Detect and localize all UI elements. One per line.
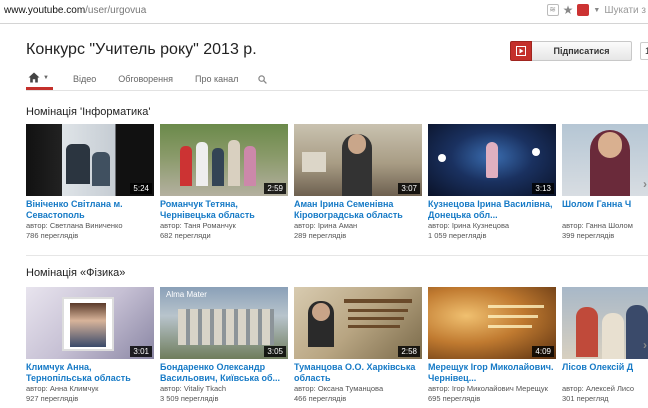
video-thumbnail[interactable]: 5:24 <box>26 124 154 196</box>
video-row-informatics: 5:24 Вініченко Світлана м. Севастополь а… <box>26 124 648 244</box>
video-card[interactable]: 3:07 Аман Ірина Семенівна Кіровоградська… <box>294 124 422 241</box>
video-views: 786 переглядів <box>26 231 79 240</box>
video-author: автор: Ірина Кузнецова <box>428 221 510 230</box>
video-duration: 3:07 <box>398 183 420 194</box>
youtube-play-icon[interactable] <box>510 41 532 61</box>
video-author: автор: Ганна Шолом <box>562 221 633 230</box>
section-title-informatics[interactable]: Номінація 'Інформатика' <box>26 106 150 118</box>
video-thumbnail[interactable]: Alma Mater 3:05 <box>160 287 288 359</box>
video-thumbnail[interactable] <box>562 124 648 196</box>
channel-title: Конкурс "Учитель року" 2013 р. <box>26 41 257 58</box>
video-author: автор: Таня Романчук <box>160 221 236 230</box>
video-thumbnail[interactable]: 4:09 <box>428 287 556 359</box>
video-thumbnail[interactable]: 3:07 <box>294 124 422 196</box>
video-title[interactable]: Климчук Анна, Тернопільська область <box>26 362 154 384</box>
video-author: автор: Алексей Лисо <box>562 384 635 393</box>
video-thumbnail[interactable]: 2:59 <box>160 124 288 196</box>
video-card[interactable]: 2:59 Романчук Тетяна, Чернівецька област… <box>160 124 288 241</box>
video-duration: 3:01 <box>130 346 152 357</box>
tab-about[interactable]: Про канал <box>195 74 238 84</box>
video-duration: 5:24 <box>130 183 152 194</box>
video-author: автор: Светлана Виниченко <box>26 221 123 230</box>
chevron-right-icon[interactable]: › <box>643 338 647 352</box>
video-title[interactable]: Туманцова О.О. Харківська область <box>294 362 422 384</box>
section-title-physics[interactable]: Номінація «Фізика» <box>26 267 125 279</box>
section-divider <box>26 255 648 256</box>
video-title[interactable]: Бондаренко Олександр Васильович, Київськ… <box>160 362 288 384</box>
video-title[interactable]: Кузнецова Ірина Василівна, Донецька обл.… <box>428 199 556 221</box>
video-duration: 2:59 <box>264 183 286 194</box>
chevron-down-icon[interactable]: ▼ <box>43 75 49 81</box>
tab-home[interactable]: ▼ <box>26 68 53 90</box>
video-author: автор: Ірина Аман <box>294 221 358 230</box>
video-card[interactable]: Alma Mater 3:05 Бондаренко Олександр Вас… <box>160 287 288 404</box>
video-card[interactable]: 3:13 Кузнецова Ірина Василівна, Донецька… <box>428 124 556 241</box>
video-author: автор: Vitaliy Tkach <box>160 384 227 393</box>
address-bar[interactable]: www.youtube.com/user/urgovua ≋ ★ ▼ Шукат… <box>0 0 648 24</box>
video-card[interactable]: 5:24 Вініченко Світлана м. Севастополь а… <box>26 124 154 241</box>
video-author: автор: Анна Климчук <box>26 384 99 393</box>
extension-icon[interactable] <box>577 4 590 16</box>
video-views: 927 переглядів <box>26 394 79 403</box>
video-duration: 4:09 <box>532 346 554 357</box>
video-title[interactable]: Романчук Тетяна, Чернівецька область <box>160 199 288 221</box>
video-views: 695 переглядів <box>428 394 481 403</box>
video-card[interactable]: 3:01 Климчук Анна, Тернопільська область… <box>26 287 154 404</box>
browser-search-input[interactable]: Шукати з <box>604 5 646 16</box>
video-views: 289 переглядів <box>294 231 347 240</box>
video-overlay-text: Alma Mater <box>166 290 207 299</box>
video-views: 3 509 переглядів <box>160 394 219 403</box>
subscriber-count: 140 <box>640 42 648 60</box>
channel-search-button[interactable] <box>258 74 268 84</box>
subscribe-button[interactable]: Підписатися <box>532 41 632 61</box>
tab-discussion[interactable]: Обговорення <box>118 74 173 84</box>
video-card[interactable]: Лісов Олексій Д автор: Алексей Лисо 301 … <box>562 287 648 404</box>
video-card[interactable]: 4:09 Мерещук Ігор Миколайович. Чернівец.… <box>428 287 556 404</box>
video-title[interactable]: Шолом Ганна Ч <box>562 199 648 221</box>
video-card[interactable]: Шолом Ганна Ч автор: Ганна Шолом 399 пер… <box>562 124 648 241</box>
video-views: 399 переглядів <box>562 231 615 240</box>
video-author: автор: Оксана Туманцова <box>294 384 384 393</box>
channel-nav: ▼ Відео Обговорення Про канал <box>26 68 268 90</box>
tab-videos[interactable]: Відео <box>73 74 96 84</box>
video-title[interactable]: Лісов Олексій Д <box>562 362 648 384</box>
video-thumbnail[interactable] <box>562 287 648 359</box>
address-bar-tools: ≋ ★ ▼ Шукати з <box>546 4 646 16</box>
video-views: 682 перегляди <box>160 231 211 240</box>
video-card[interactable]: 2:58 Туманцова О.О. Харківська область а… <box>294 287 422 404</box>
search-icon <box>258 74 268 84</box>
home-icon <box>28 72 40 83</box>
chevron-down-icon[interactable]: ▼ <box>593 7 600 14</box>
video-thumbnail[interactable]: 2:58 <box>294 287 422 359</box>
chevron-right-icon[interactable]: › <box>643 177 647 191</box>
video-duration: 3:05 <box>264 346 286 357</box>
video-title[interactable]: Аман Ірина Семенівна Кіровоградська обла… <box>294 199 422 221</box>
rss-icon[interactable]: ≋ <box>546 4 559 16</box>
video-duration: 3:13 <box>532 183 554 194</box>
video-author: автор: Ігор Миколайович Мерещук <box>428 384 548 393</box>
subscribe-area: Підписатися 140 <box>510 41 648 61</box>
video-views: 1 059 переглядів <box>428 231 487 240</box>
nav-divider <box>26 90 648 91</box>
video-title[interactable]: Вініченко Світлана м. Севастополь <box>26 199 154 221</box>
url-text[interactable]: www.youtube.com/user/urgovua <box>4 5 146 16</box>
video-row-physics: 3:01 Климчук Анна, Тернопільська область… <box>26 287 648 407</box>
video-views: 466 переглядів <box>294 394 347 403</box>
video-thumbnail[interactable]: 3:13 <box>428 124 556 196</box>
video-views: 301 перегляд <box>562 394 609 403</box>
video-duration: 2:58 <box>398 346 420 357</box>
video-title[interactable]: Мерещук Ігор Миколайович. Чернівец... <box>428 362 556 384</box>
star-icon[interactable]: ★ <box>563 4 574 16</box>
video-thumbnail[interactable]: 3:01 <box>26 287 154 359</box>
